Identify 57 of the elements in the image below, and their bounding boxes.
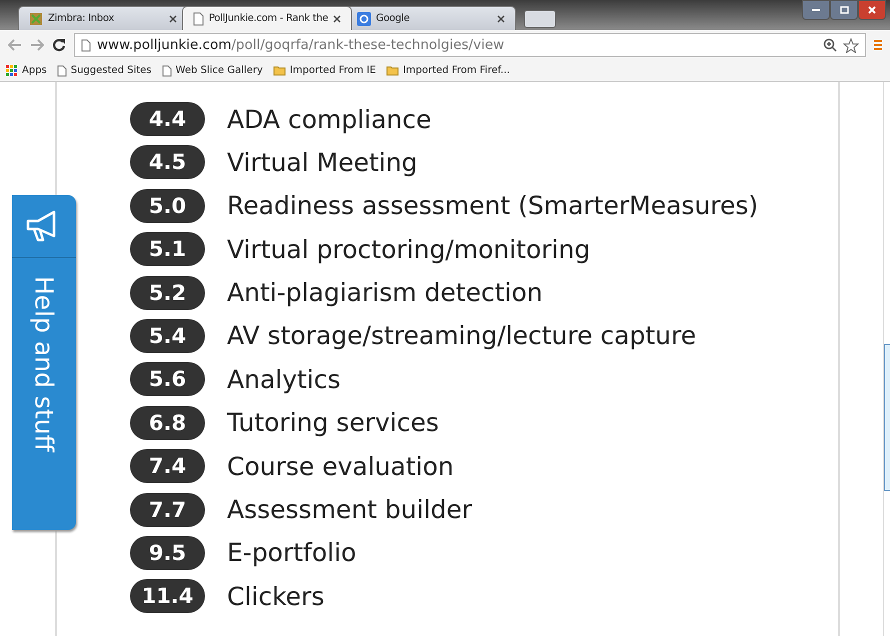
score-badge: 9.5 xyxy=(130,536,205,570)
menu-icon[interactable] xyxy=(874,39,882,51)
score-badge: 5.1 xyxy=(130,232,205,266)
score-badge: 4.4 xyxy=(130,102,205,136)
score-badge: 6.8 xyxy=(130,406,205,440)
zoom-icon[interactable] xyxy=(823,38,837,52)
score-badge: 5.4 xyxy=(130,318,205,353)
score-badge: 11.4 xyxy=(130,579,205,614)
result-label: Course evaluation xyxy=(227,452,454,481)
scroll-thumb[interactable] xyxy=(884,344,890,491)
bookmark-link[interactable]: Imported From Firef... xyxy=(386,65,510,76)
score-badge: 4.5 xyxy=(130,145,205,180)
address-field[interactable]: www.polljunkie.com/poll/goqrfa/rank-these-technolgies/view xyxy=(74,33,866,57)
maximize-button[interactable] xyxy=(830,0,858,20)
minimize-icon xyxy=(812,8,820,12)
score-badge: 7.7 xyxy=(130,492,205,527)
page-icon xyxy=(193,12,204,26)
folder-icon xyxy=(272,65,286,76)
close-icon[interactable] xyxy=(497,14,505,22)
maximize-icon xyxy=(840,6,848,14)
score-badge: 5.2 xyxy=(130,276,205,310)
bookmark-link[interactable]: Suggested Sites xyxy=(56,64,152,76)
new-tab-button[interactable] xyxy=(524,10,556,28)
result-label: Clickers xyxy=(227,582,324,611)
scrollbar[interactable] xyxy=(883,82,890,636)
result-label: Virtual Meeting xyxy=(227,148,418,177)
score-badge: 7.4 xyxy=(130,449,205,484)
score-badge: 5.6 xyxy=(130,362,205,396)
result-label: ADA compliance xyxy=(227,104,432,134)
bookmark-link[interactable]: Apps xyxy=(6,64,47,76)
result-label: Analytics xyxy=(227,364,341,394)
minimize-button[interactable] xyxy=(802,0,830,20)
page-icon xyxy=(81,38,91,52)
result-label: Readiness assessment (SmarterMeasures) xyxy=(227,191,758,220)
browser-tab[interactable]: PollJunkie.com - Rank the xyxy=(182,6,352,30)
help-tab[interactable]: Help and stuff xyxy=(12,195,76,530)
result-label: AV storage/streaming/lecture capture xyxy=(227,321,696,350)
page-icon xyxy=(162,64,172,76)
result-label: Assessment builder xyxy=(227,495,472,524)
close-icon xyxy=(868,6,876,14)
url-host: www.polljunkie.com xyxy=(97,37,232,53)
close-button[interactable] xyxy=(858,0,886,20)
result-label: Virtual proctoring/monitoring xyxy=(227,234,590,264)
bookmark-link[interactable]: Imported From IE xyxy=(272,65,376,76)
url-path: /poll/goqrfa/rank-these-technolgies/view xyxy=(231,37,504,53)
apps-icon xyxy=(6,64,18,76)
reload-icon[interactable] xyxy=(52,38,66,52)
close-icon[interactable] xyxy=(169,14,177,22)
result-label: E-portfolio xyxy=(227,538,356,568)
close-icon[interactable] xyxy=(333,14,341,22)
star-icon[interactable] xyxy=(843,38,859,52)
score-badge: 5.0 xyxy=(130,188,205,223)
result-label: Tutoring services xyxy=(227,408,439,438)
folder-icon xyxy=(386,65,399,76)
bookmark-link[interactable]: Web Slice Gallery xyxy=(162,64,263,76)
result-label: Anti-plagiarism detection xyxy=(227,278,543,308)
page-icon xyxy=(56,64,67,76)
